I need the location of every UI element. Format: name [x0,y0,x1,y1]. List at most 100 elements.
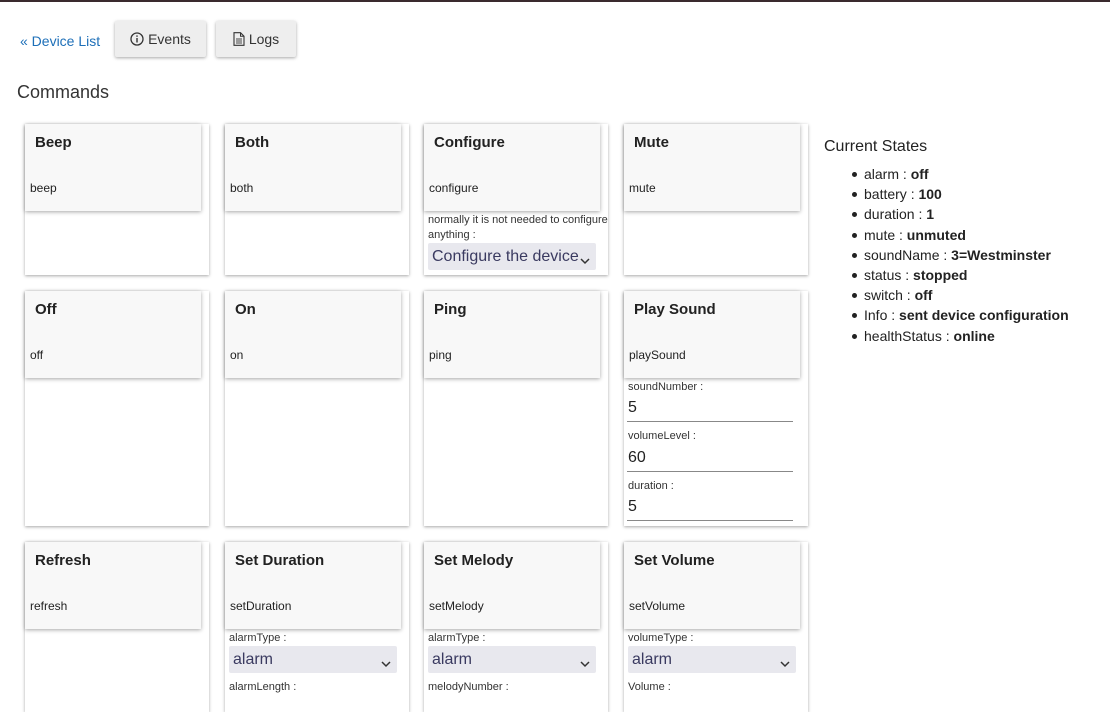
volume-type-select[interactable]: alarm [628,646,796,673]
command-method: mute [629,181,656,195]
events-button[interactable]: Events [115,21,206,57]
logs-button[interactable]: Logs [216,21,296,57]
command-method: on [230,348,244,362]
chevron-down-icon [580,252,590,270]
current-states-title: Current States [824,138,928,155]
state-item: battery : 100 [824,185,1069,205]
current-states-list: alarm : off battery : 100 duration : 1 m… [824,165,1069,347]
command-on: On on [225,291,409,526]
select-value: alarm [432,650,473,668]
info-circle-icon [130,32,144,46]
state-name: mute [864,226,896,243]
command-configure: Configure configure normally it is not n… [424,124,608,275]
command-title: Both [235,134,270,151]
off-button[interactable]: Off off [25,291,201,378]
state-name: switch [864,287,903,304]
both-button[interactable]: Both both [225,124,401,211]
volume-level-label: volumeLevel : [628,430,696,442]
chevron-down-icon [580,655,590,673]
sound-number-input[interactable] [627,395,793,422]
sound-number-label: soundNumber : [628,381,704,393]
state-value: 3=Westminster [951,246,1051,263]
state-value: sent device configuration [899,307,1069,324]
command-title: Set Melody [434,552,514,569]
command-method: setVolume [629,599,686,613]
melody-number-label: melodyNumber : [428,681,509,693]
logs-label: Logs [248,31,280,47]
set-melody-button[interactable]: Set Melody setMelody [424,542,600,629]
ping-button[interactable]: Ping ping [424,291,600,378]
state-name: soundName [864,246,940,263]
state-item: mute : unmuted [824,226,1069,246]
state-item: status : stopped [824,266,1069,286]
state-item: Info : sent device configuration [824,306,1069,326]
state-item: alarm : off [824,165,1069,185]
chevron-down-icon [381,655,391,673]
command-title: Set Volume [634,552,715,569]
command-off: Off off [25,291,209,526]
command-beep: Beep beep [25,124,209,275]
configure-button[interactable]: Configure configure [424,124,600,211]
alarm-length-label: alarmLength : [229,681,297,693]
mute-button[interactable]: Mute mute [624,124,800,211]
command-set-volume: Set Volume setVolume volumeType : alarm … [624,542,808,712]
command-method: playSound [629,348,686,362]
command-title: Set Duration [235,552,325,569]
command-refresh: Refresh refresh [25,542,209,712]
command-both: Both both [225,124,409,275]
set-duration-button[interactable]: Set Duration setDuration [225,542,401,629]
select-value: Configure the device [432,247,579,265]
select-value: alarm [632,650,673,668]
state-value: stopped [913,266,968,283]
events-label: Events [148,31,191,47]
volume-label: Volume : [628,681,671,693]
document-icon [233,32,245,46]
set-volume-button[interactable]: Set Volume setVolume [624,542,800,629]
state-name: Info [864,307,888,324]
command-play-sound: Play Sound playSound soundNumber : volum… [624,291,808,526]
state-name: battery [864,186,907,203]
state-value: unmuted [906,226,966,243]
state-value: off [914,287,933,304]
command-mute: Mute mute [624,124,808,275]
device-list-link[interactable]: « Device List [20,33,100,49]
command-method: setDuration [230,599,292,613]
state-item: soundName : 3=Westminster [824,246,1069,266]
command-method: configure [429,181,479,195]
command-title: Play Sound [634,301,716,318]
state-value: 100 [918,186,942,203]
state-name: duration [864,206,915,223]
volume-level-input[interactable] [627,445,793,472]
beep-button[interactable]: Beep beep [25,124,201,211]
command-method: ping [429,348,452,362]
on-button[interactable]: On on [225,291,401,378]
state-value: 1 [926,206,935,223]
command-method: both [230,181,254,195]
state-name: alarm [864,166,900,182]
play-sound-button[interactable]: Play Sound playSound [624,291,800,378]
duration-input[interactable] [627,494,793,521]
command-title: On [235,301,256,318]
command-title: Configure [434,134,505,151]
command-ping: Ping ping [424,291,608,526]
alarm-type-select[interactable]: alarm [428,646,596,673]
state-item: switch : off [824,286,1069,306]
state-name: healthStatus [864,327,942,344]
alarm-type-label: alarmType : [229,632,287,644]
chevron-down-icon [780,655,790,673]
command-title: Ping [434,301,467,318]
commands-title: Commands [17,82,110,102]
command-method: beep [30,181,57,195]
alarm-type-select[interactable]: alarm [229,646,397,673]
volume-type-label: volumeType : [628,632,694,644]
state-value: online [953,327,995,344]
command-title: Beep [35,134,72,151]
command-title: Mute [634,134,669,151]
command-set-melody: Set Melody setMelody alarmType : alarm m… [424,542,608,712]
command-set-duration: Set Duration setDuration alarmType : ala… [225,542,409,712]
configure-param-label: normally it is not needed to configure a… [428,214,608,241]
command-method: setMelody [429,599,484,613]
state-name: status [864,266,902,283]
refresh-button[interactable]: Refresh refresh [25,542,201,629]
configure-select[interactable]: Configure the device [428,243,596,270]
